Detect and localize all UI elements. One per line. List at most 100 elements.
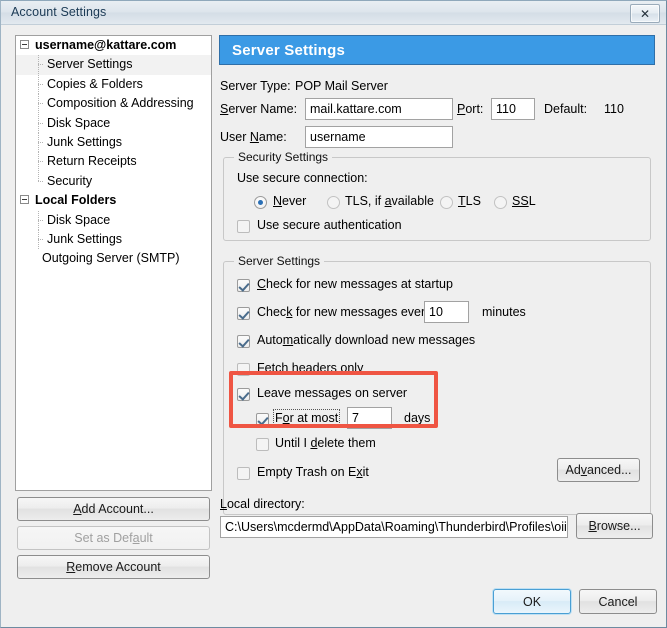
fetch-headers-checkbox[interactable] <box>237 363 250 376</box>
default-port-value: 110 <box>604 102 624 116</box>
tree-item-disk-space[interactable]: Disk Space <box>16 210 211 230</box>
auto-download-checkbox[interactable] <box>237 335 250 348</box>
tree-connector-stub <box>38 64 44 66</box>
port-input[interactable]: 110 <box>491 98 535 120</box>
days-label: days <box>404 411 431 425</box>
server-type-label: Server Type: <box>220 79 291 93</box>
tree-connector-stub <box>38 161 44 163</box>
leave-messages-checkbox[interactable] <box>237 388 250 401</box>
check-startup-label: Check for new messages at startup <box>257 277 453 291</box>
server-name-label: Server Name: <box>220 102 298 116</box>
pane-header: Server Settings <box>219 35 655 65</box>
advanced-button-label: Advanced... <box>565 463 632 477</box>
radio-never-label: Never <box>273 194 307 208</box>
tree-item-junk-settings[interactable]: Junk Settings <box>16 229 211 250</box>
radio-ssl-label: SSL <box>512 194 536 208</box>
tree-item-label: Server Settings <box>47 57 133 72</box>
ok-button-label: OK <box>522 594 542 609</box>
page-title: Server Settings <box>232 41 346 59</box>
accounts-tree[interactable]: username@kattare.com Server Settings Copie… <box>15 35 212 491</box>
remove-account-label: Remove Account <box>66 560 161 574</box>
security-settings-title: Security Settings <box>234 150 333 164</box>
check-every-checkbox[interactable] <box>237 307 250 320</box>
tree-item-label: Disk Space <box>47 212 111 227</box>
empty-trash-checkbox[interactable] <box>237 467 250 480</box>
tree-item-label: Composition & Addressing <box>47 96 194 111</box>
default-port-label: Default: <box>544 102 588 116</box>
until-delete-checkbox[interactable] <box>256 438 269 451</box>
radio-tls-label: TLS <box>458 194 481 208</box>
tree-item-outgoing-server-smtp[interactable]: Outgoing Server (SMTP) <box>16 249 211 268</box>
server-settings-group-title: Server Settings <box>234 254 325 268</box>
tree-item-username-kattare-com[interactable]: username@kattare.com <box>16 36 211 55</box>
tree-connector-stub <box>38 238 44 240</box>
tree-item-label: Copies & Folders <box>47 76 143 91</box>
radio-tls-if-available[interactable] <box>327 196 340 209</box>
tree-connector-stub <box>38 103 44 105</box>
tree-connector-stub <box>38 122 44 124</box>
tree-item-junk-settings[interactable]: Junk Settings <box>16 132 211 153</box>
tree-item-label: Outgoing Server (SMTP) <box>42 251 180 266</box>
tree-collapse-icon[interactable] <box>20 40 29 50</box>
port-label: Port: <box>457 102 484 116</box>
local-directory-input[interactable]: C:\Users\mcdermd\AppData\Roaming\Thunder… <box>220 516 568 538</box>
set-as-default-label: Set as Default <box>74 531 153 545</box>
check-every-minutes-input[interactable]: 10 <box>424 301 469 323</box>
leave-messages-label: Leave messages on server <box>257 386 408 400</box>
tree-item-label: Junk Settings <box>47 134 123 149</box>
use-secure-connection-label: Use secure connection: <box>237 171 368 185</box>
user-name-input[interactable]: username <box>305 126 453 148</box>
check-startup-checkbox[interactable] <box>237 279 250 292</box>
radio-tls[interactable] <box>440 196 453 209</box>
add-account-button[interactable]: Add Account... <box>17 497 210 521</box>
minutes-label: minutes <box>482 305 526 319</box>
fetch-headers-label: Fetch headers only <box>257 361 364 375</box>
tree-item-security[interactable]: Security <box>16 171 211 191</box>
tree-collapse-icon[interactable] <box>20 195 29 205</box>
local-directory-label: Local directory: <box>220 497 305 511</box>
tree-item-server-settings[interactable]: Server Settings <box>16 55 211 75</box>
auto-download-label: Automatically download new messages <box>257 333 476 347</box>
browse-button[interactable]: Browse... <box>576 513 653 539</box>
radio-never[interactable] <box>254 196 267 209</box>
user-name-label: User Name: <box>220 130 287 144</box>
window-title: Account Settings <box>11 5 107 19</box>
tree-item-composition-addressing[interactable]: Composition & Addressing <box>16 94 211 114</box>
tree-item-copies-folders[interactable]: Copies & Folders <box>16 74 211 95</box>
tree-item-return-receipts[interactable]: Return Receipts <box>16 152 211 172</box>
until-delete-label: Until I delete them <box>275 436 376 450</box>
check-every-label: Check for new messages every <box>257 305 432 319</box>
tree-item-label: Security <box>47 173 93 188</box>
tree-item-label: Return Receipts <box>47 154 137 169</box>
close-icon[interactable]: ✕ <box>630 4 660 23</box>
server-type-value: POP Mail Server <box>295 79 388 93</box>
tree-item-disk-space[interactable]: Disk Space <box>16 113 211 133</box>
tree-connector-stub <box>38 83 44 85</box>
advanced-button[interactable]: Advanced... <box>557 458 640 482</box>
server-settings-group: Server Settings Check for new messages a… <box>223 254 651 515</box>
tree-connector-stub <box>38 180 44 182</box>
tree-item-label: Disk Space <box>47 115 111 130</box>
tree-connector-stub <box>38 219 44 221</box>
empty-trash-label: Empty Trash on Exit <box>257 465 369 479</box>
ok-button[interactable]: OK <box>493 589 571 614</box>
cancel-button-label: Cancel <box>598 594 638 609</box>
for-at-most-days-input[interactable]: 7 <box>347 407 392 429</box>
use-secure-authentication-checkbox[interactable] <box>237 220 250 233</box>
tree-item-label: username@kattare.com <box>35 38 177 52</box>
server-settings-pane: Server Settings Server Type: POP Mail Se… <box>219 35 655 575</box>
set-as-default-button: Set as Default <box>17 526 210 550</box>
for-at-most-label: For at most <box>272 409 341 427</box>
use-secure-authentication-label: Use secure authentication <box>257 218 402 232</box>
title-bar: Account Settings ✕ <box>1 1 666 25</box>
tree-connector-stub <box>38 141 44 143</box>
tree-item-local-folders[interactable]: Local Folders <box>16 191 211 210</box>
radio-ssl[interactable] <box>494 196 507 209</box>
server-name-input[interactable]: mail.kattare.com <box>305 98 453 120</box>
cancel-button[interactable]: Cancel <box>579 589 657 614</box>
for-at-most-checkbox[interactable] <box>256 413 269 426</box>
radio-tls-if-available-label: TLS, if available <box>345 194 434 208</box>
account-settings-window: Account Settings ✕ username@kattare.com S… <box>0 0 667 628</box>
remove-account-button[interactable]: Remove Account <box>17 555 210 579</box>
close-glyph: ✕ <box>639 6 651 21</box>
